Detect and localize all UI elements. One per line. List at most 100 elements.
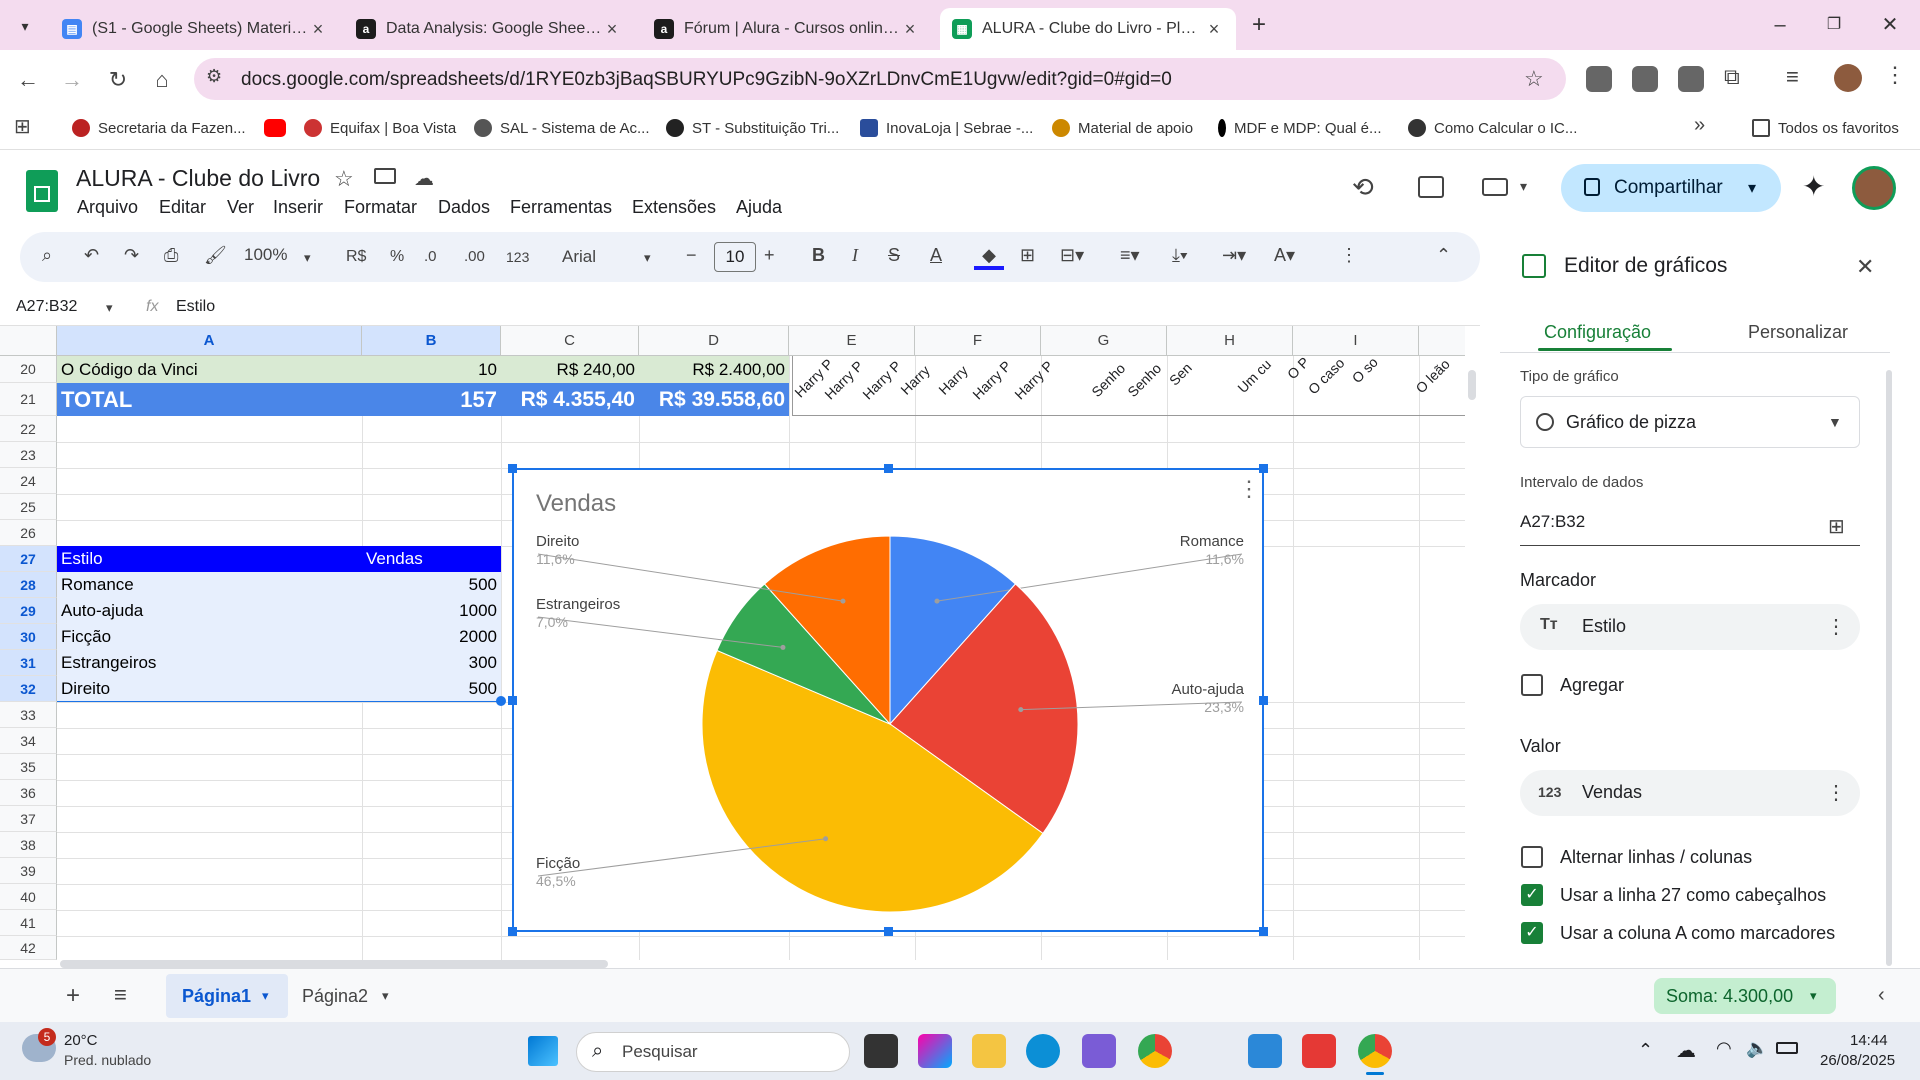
star-icon[interactable]: ☆ (334, 166, 354, 192)
table-cell[interactable]: 2000 (362, 624, 501, 650)
reload-icon[interactable]: ↻ (102, 64, 134, 96)
row-header[interactable]: 36 (0, 780, 57, 806)
row-header[interactable]: 40 (0, 884, 57, 910)
task-view-icon[interactable] (864, 1034, 898, 1068)
menu-inserir[interactable]: Inserir (273, 197, 323, 218)
bookmark-item[interactable]: MDF e MDP: Qual é... (1218, 114, 1382, 142)
extension-icon[interactable] (1586, 66, 1612, 92)
close-icon[interactable]: × (602, 19, 622, 40)
back-icon[interactable]: ← (12, 64, 44, 96)
chrome-profile-icon[interactable] (1358, 1034, 1392, 1068)
menu-arquivo[interactable]: Arquivo (77, 197, 138, 218)
table-cell[interactable]: 1000 (362, 598, 501, 624)
cell-d20[interactable]: R$ 2.400,00 (639, 356, 789, 383)
apps-grid-icon[interactable]: ⊞ (14, 114, 31, 139)
chevron-down-icon[interactable]: ▾ (262, 988, 269, 1004)
url-text[interactable]: docs.google.com/spreadsheets/d/1RYE0zb3j… (241, 69, 1172, 91)
column-header-b[interactable]: B (362, 326, 501, 356)
profile-avatar[interactable] (1834, 64, 1862, 92)
row-header[interactable]: 37 (0, 806, 57, 832)
align-horizontal-icon[interactable]: ≡▾ (1120, 245, 1140, 266)
column-header-h[interactable]: H (1167, 326, 1293, 356)
anydesk-icon[interactable] (1302, 1034, 1336, 1068)
account-avatar[interactable] (1852, 166, 1896, 210)
use-column-labels-checkbox[interactable]: ✓ (1521, 922, 1543, 944)
row-header[interactable]: 20 (0, 356, 57, 383)
row-header[interactable]: 29 (0, 598, 57, 624)
chart-resize-handle[interactable] (1259, 927, 1268, 936)
taskbar-search[interactable] (576, 1032, 850, 1072)
column-header-f[interactable]: F (915, 326, 1041, 356)
collapse-toolbar-icon[interactable]: ⌃ (1436, 245, 1451, 266)
table-cell[interactable]: 300 (362, 650, 501, 676)
more-options-icon[interactable]: ⋮ (1340, 245, 1358, 266)
table-cell[interactable]: Auto-ajuda (57, 598, 362, 624)
add-sheet-icon[interactable]: + (66, 982, 80, 1010)
chevron-down-icon[interactable]: ▾ (382, 988, 389, 1004)
clock-time[interactable]: 14:44 (1850, 1032, 1888, 1049)
row-header[interactable]: 24 (0, 468, 57, 494)
column-header-g[interactable]: G (1041, 326, 1167, 356)
increase-decimal-button[interactable]: .00 (464, 248, 485, 265)
row-header[interactable]: 28 (0, 572, 57, 598)
menu-extensoes[interactable]: Extensões (632, 197, 716, 218)
tab-search-button[interactable]: ▾ (10, 12, 40, 40)
browser-tab-4[interactable]: ▦ ALURA - Clube do Livro - Planil × (940, 8, 1236, 50)
marker-chip[interactable] (1520, 604, 1860, 650)
select-all-corner[interactable] (0, 326, 57, 356)
horizontal-scrollbar-thumb[interactable] (60, 960, 608, 968)
value-chip[interactable] (1520, 770, 1860, 816)
row-header[interactable]: 35 (0, 754, 57, 780)
menu-ajuda[interactable]: Ajuda (736, 197, 782, 218)
row-header[interactable]: 34 (0, 728, 57, 754)
row-header[interactable]: 23 (0, 442, 57, 468)
formula-input[interactable]: Estilo (176, 298, 215, 316)
table-cell[interactable]: Direito (57, 676, 362, 702)
move-folder-icon[interactable] (374, 168, 396, 184)
bookmark-star-icon[interactable]: ☆ (1524, 66, 1544, 92)
site-info-icon[interactable]: ⚙ (206, 66, 222, 87)
text-wrap-icon[interactable]: ⇥▾ (1222, 245, 1246, 266)
puzzle-icon[interactable]: ⧉ (1724, 64, 1740, 90)
close-icon[interactable]: × (1204, 19, 1224, 40)
home-icon[interactable]: ⌂ (146, 64, 178, 96)
row-header[interactable]: 27 (0, 546, 57, 572)
chart-resize-handle[interactable] (508, 464, 517, 473)
minimize-icon[interactable]: – (1760, 10, 1800, 40)
data-range-input[interactable]: A27:B32 (1520, 512, 1860, 546)
file-explorer-icon[interactable] (972, 1034, 1006, 1068)
close-icon[interactable]: × (308, 19, 328, 40)
bookmark-item[interactable]: InovaLoja | Sebrae -... (860, 114, 1033, 142)
column-header-c[interactable]: C (501, 326, 639, 356)
row-header[interactable]: 25 (0, 494, 57, 520)
tab-configuracao[interactable]: Configuração (1544, 322, 1651, 343)
edge-icon[interactable] (1026, 1034, 1060, 1068)
undo-icon[interactable]: ↶ (84, 245, 99, 266)
close-window-icon[interactable]: ✕ (1870, 10, 1910, 40)
column-header-d[interactable]: D (639, 326, 789, 356)
zoom-select[interactable]: 100% (244, 245, 287, 265)
chart-resize-handle[interactable] (884, 927, 893, 936)
print-icon[interactable]: ⎙ (164, 245, 178, 266)
cell-c20[interactable]: R$ 240,00 (501, 356, 639, 383)
font-size-increase[interactable]: + (764, 245, 775, 266)
row-header[interactable]: 21 (0, 383, 57, 416)
share-dropdown-icon[interactable]: ▾ (1748, 178, 1756, 198)
wifi-icon[interactable]: ◠ (1716, 1038, 1732, 1059)
font-select[interactable]: Arial (562, 247, 596, 267)
percent-format-button[interactable]: % (390, 248, 404, 266)
row-header[interactable]: 33 (0, 702, 57, 728)
row-header[interactable]: 39 (0, 858, 57, 884)
onedrive-icon[interactable]: ☁ (1676, 1038, 1696, 1063)
menu-dados[interactable]: Dados (438, 197, 490, 218)
chevron-down-icon[interactable]: ▾ (106, 300, 113, 316)
sheet-tab-pagina1[interactable]: Página1 (182, 986, 251, 1007)
copilot-icon[interactable] (918, 1034, 952, 1068)
vertical-scrollbar-thumb[interactable] (1468, 370, 1476, 400)
gemini-icon[interactable]: ✦ (1802, 170, 1825, 203)
table-header-vendas[interactable]: Vendas (362, 546, 501, 572)
table-cell[interactable]: Estrangeiros (57, 650, 362, 676)
cell-a20[interactable]: O Código da Vinci (57, 356, 362, 383)
bookmark-item[interactable]: Equifax | Boa Vista (304, 114, 456, 142)
panel-scrollbar[interactable] (1886, 370, 1892, 966)
